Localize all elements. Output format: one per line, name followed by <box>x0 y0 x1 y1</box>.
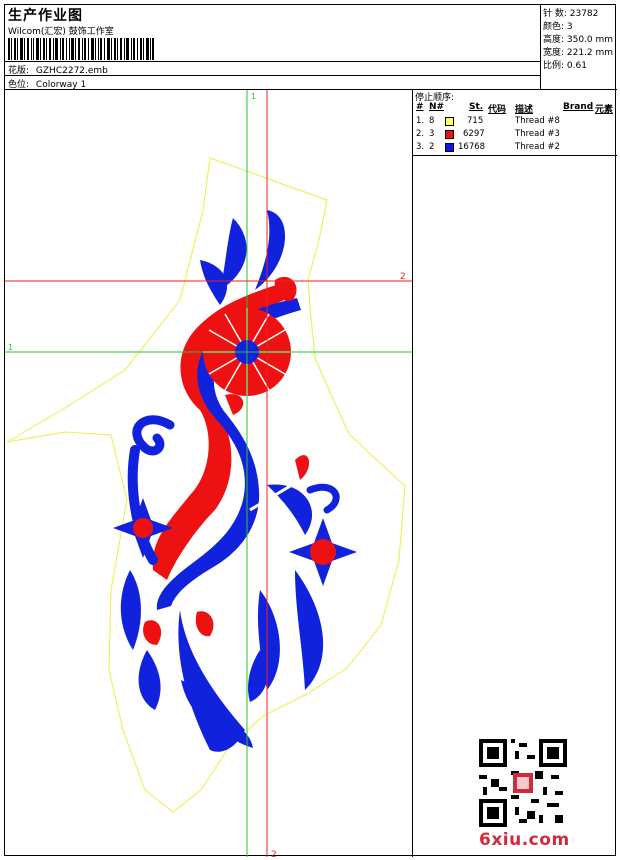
page-title: 生产作业图 <box>8 8 83 24</box>
stats-block: 针 数: 23782 颜色: 3 高度: 350.0 mm 宽度: 221.2 … <box>541 5 617 90</box>
embroidery-drawing: 1 2 2 1 <box>5 90 412 857</box>
table-row: 1. 8 715 Thread #8 <box>413 116 617 129</box>
red-bud-left <box>143 620 162 645</box>
right-curl <box>306 483 340 514</box>
guide-label-h1: 1 <box>8 343 13 352</box>
col-code: 代码 <box>488 105 507 115</box>
col-stitches: St. <box>469 102 484 112</box>
guide-label-v1: 1 <box>251 92 256 101</box>
colorway-label: 色位: <box>8 80 30 90</box>
row-needle: 2 <box>429 142 435 152</box>
right-leaf-1 <box>267 484 313 535</box>
row-stitches: 6297 <box>463 129 485 139</box>
lower-leaf-1 <box>138 650 161 710</box>
row-stitches: 715 <box>467 116 484 126</box>
stop-sequence-panel: 停止顺序: # N# St. 代码 描述 Brand 元素 1. 8 715 T… <box>413 90 617 156</box>
row-num: 2. <box>416 129 425 139</box>
red-sprig-1 <box>295 455 310 480</box>
colorway-line: 色位: Colorway 1 <box>8 77 86 90</box>
color-count: 颜色: 3 <box>543 22 573 32</box>
color-swatch <box>445 143 454 152</box>
design-canvas: 1 2 2 1 <box>5 90 413 857</box>
colorway-value: Colorway 1 <box>35 80 87 90</box>
left-leaf <box>120 570 141 650</box>
guide-label-v2: 2 <box>271 850 277 857</box>
guide-label-h2: 2 <box>400 272 406 282</box>
stitch-count: 针 数: 23782 <box>543 9 599 19</box>
right-star-flower <box>289 518 357 586</box>
col-needle: N# <box>429 102 445 112</box>
table-row: 3. 2 16768 Thread #2 <box>413 142 617 155</box>
color-swatch <box>445 117 454 126</box>
right-leaf-2 <box>295 570 324 690</box>
design-scale: 比例: 0.61 <box>543 61 587 71</box>
red-sprig-2 <box>225 394 244 415</box>
table-row: 2. 3 6297 Thread #3 <box>413 129 617 142</box>
color-swatch <box>445 130 454 139</box>
col-num: # <box>416 102 424 112</box>
top-leaf-3 <box>200 260 228 305</box>
col-element: 元素 <box>595 105 614 115</box>
row-desc: Thread #8 <box>515 116 560 126</box>
row-desc: Thread #2 <box>515 142 560 152</box>
left-curl <box>132 415 175 456</box>
design-width: 宽度: 221.2 mm <box>543 48 614 58</box>
row-desc: Thread #3 <box>515 129 560 139</box>
col-brand: Brand <box>563 102 594 112</box>
row-needle: 8 <box>429 116 435 126</box>
row-num: 1. <box>416 116 425 126</box>
studio-name: Wilcom(汇宏) 鼓饰工作室 <box>8 27 114 37</box>
qr-code <box>479 739 567 827</box>
row-num: 3. <box>416 142 425 152</box>
worksheet: 生产作业图 Wilcom(汇宏) 鼓饰工作室 花版: GZHC2272.emb … <box>4 4 617 857</box>
row-stitches: 16768 <box>458 142 486 152</box>
col-desc: 描述 <box>515 105 534 115</box>
header-block: 生产作业图 Wilcom(汇宏) 鼓饰工作室 花版: GZHC2272.emb … <box>5 5 541 90</box>
barcode <box>8 38 154 60</box>
watermark: 6xiu.com <box>479 830 570 850</box>
row-needle: 3 <box>429 129 435 139</box>
design-height: 高度: 350.0 mm <box>543 35 614 45</box>
red-bud-right <box>195 611 214 637</box>
